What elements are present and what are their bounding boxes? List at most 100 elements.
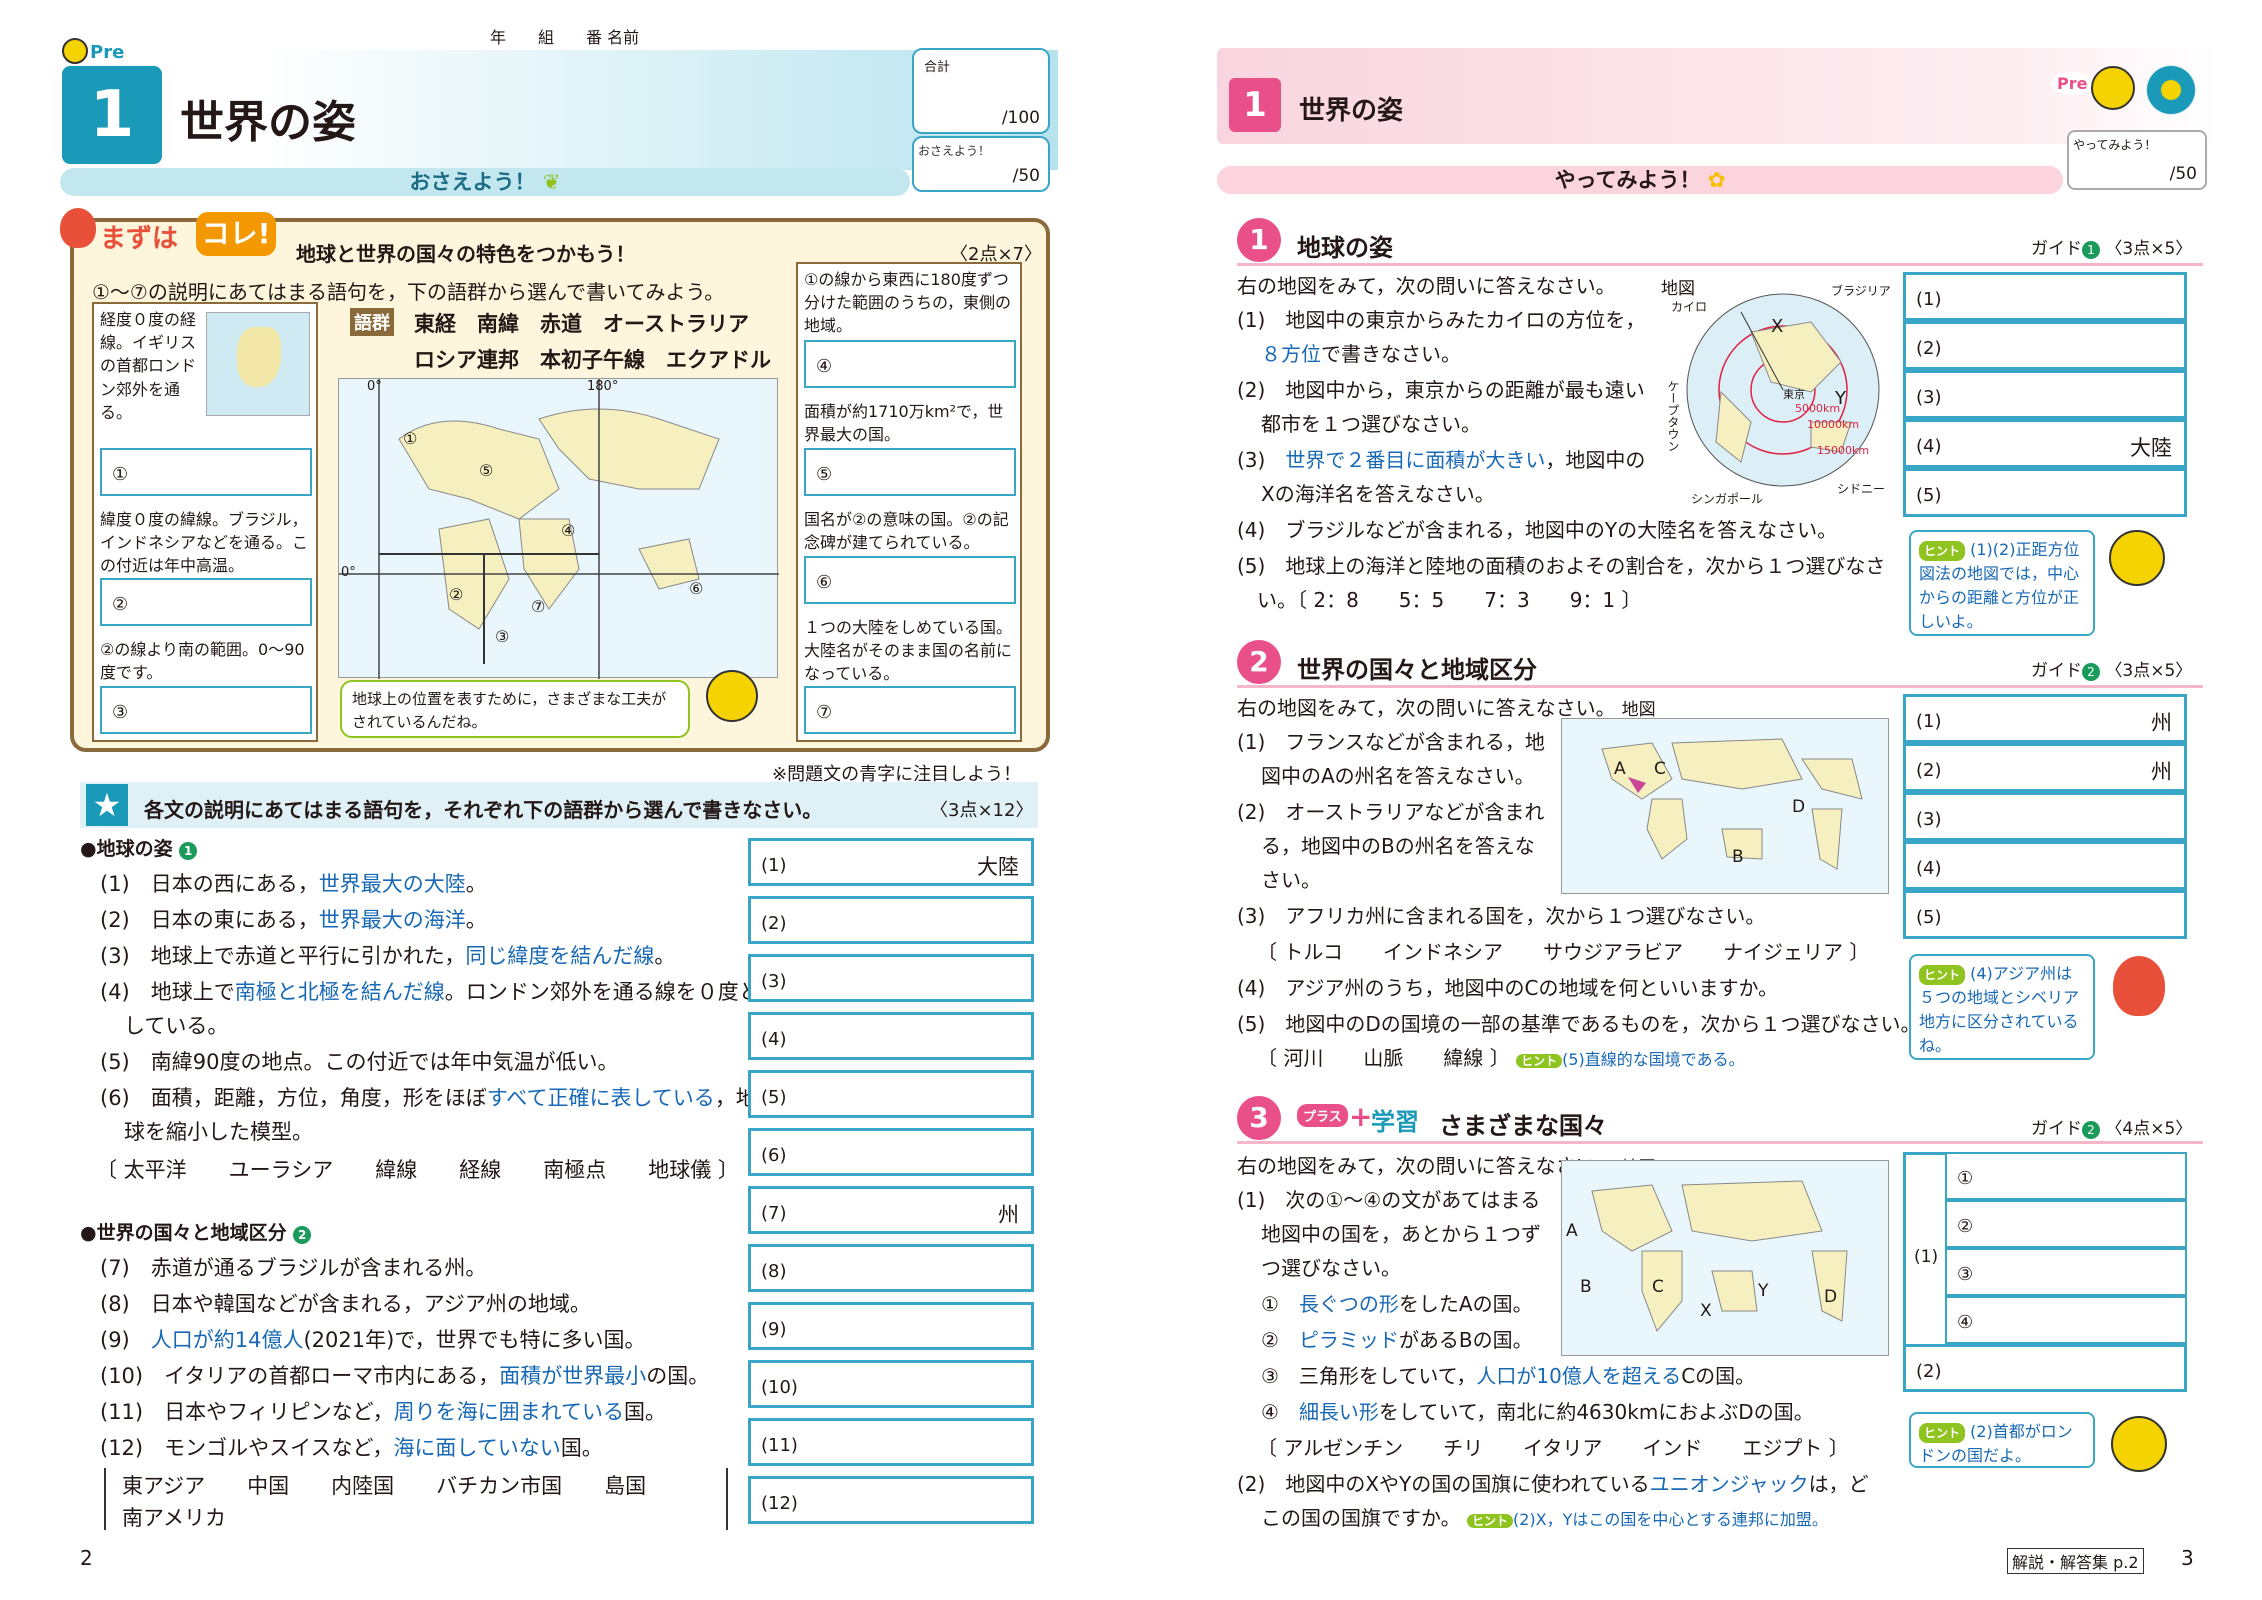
q6: (6) 面積，距離，方位，角度，形をほぼすべて正確に表している，地 bbox=[100, 1088, 757, 1109]
answer-box-5[interactable]: (5) bbox=[748, 1070, 1034, 1118]
answer-box-7[interactable]: (7) 州 bbox=[748, 1186, 1034, 1234]
answer-box-c6[interactable]: ⑥ bbox=[804, 556, 1016, 604]
guide-1-icon-right: 1 bbox=[2082, 241, 2100, 259]
s2-intro-text: 右の地図をみて，次の問いに答えなさい。 bbox=[1237, 696, 1616, 720]
q2-key: 世界最大の海洋 bbox=[318, 908, 466, 932]
s2-q5-hint: (5)直線的な国境である。 bbox=[1562, 1050, 1745, 1069]
s3-c1-text: をしたAの国。 bbox=[1398, 1292, 1533, 1316]
answer-box-c5[interactable]: ⑤ bbox=[804, 448, 1016, 496]
q9-text: (9) bbox=[100, 1328, 151, 1352]
flower-icon bbox=[2131, 56, 2211, 124]
answer-box-c3-label: ③ bbox=[112, 702, 129, 723]
s3-q1-cont2: つ選びなさい。 bbox=[1261, 1256, 1401, 1280]
s3-c4-key: 細長い形 bbox=[1298, 1400, 1379, 1424]
answer-box-3-label: (3) bbox=[761, 971, 787, 992]
answer-box-1-label: (1) bbox=[761, 855, 787, 876]
page-title: 世界の姿 bbox=[180, 97, 356, 148]
s2-answer-5[interactable]: (5) bbox=[1903, 890, 2187, 939]
s1-map-label-5000: 5000km bbox=[1795, 402, 1841, 415]
q5: (5) 南緯90度の地点。この付近では年中気温が低い。 bbox=[100, 1050, 619, 1074]
s2-q2: (2) オーストラリアなどが含まれ bbox=[1237, 800, 1545, 824]
q4: (4) 地球上で南極と北極を結んだ線。ロンドン郊外を通る線を０度と bbox=[100, 982, 760, 1003]
section1-badge: 1 bbox=[1237, 218, 1281, 262]
s1-answer-3[interactable]: (3) bbox=[1903, 370, 2187, 419]
total-max: /100 bbox=[1001, 108, 1040, 128]
s3-sub-answer-4[interactable]: ④ bbox=[1945, 1296, 2187, 1344]
s3-q2-text2: は，ど bbox=[1808, 1472, 1869, 1496]
s1-hint-label: ヒント bbox=[1919, 541, 1966, 561]
s3-map-label-y: Y bbox=[1758, 1281, 1769, 1301]
s3-gakushu: 学習 bbox=[1371, 1108, 1419, 1136]
s1-answer-1-label: (1) bbox=[1916, 289, 1942, 310]
kore-badge: コレ! bbox=[196, 212, 276, 256]
answer-box-6[interactable]: (6) bbox=[748, 1128, 1034, 1176]
strawberry-hint-icon bbox=[2113, 956, 2165, 1016]
bee-small-icon bbox=[62, 38, 88, 64]
s2-map-label-b: B bbox=[1732, 847, 1744, 867]
q12: (12) モンゴルやスイスなど，海に面していない国。 bbox=[100, 1438, 603, 1459]
page-title-right: 世界の姿 bbox=[1299, 96, 1404, 126]
s1-answer-2[interactable]: (2) bbox=[1903, 321, 2187, 370]
q10-text: (10) イタリアの首都ローマ市内にある， bbox=[100, 1364, 500, 1388]
s1-answer-4[interactable]: (4) 大陸 bbox=[1903, 419, 2187, 468]
answer-box-2[interactable]: (2) bbox=[748, 896, 1034, 944]
answer-box-c4[interactable]: ④ bbox=[804, 340, 1016, 388]
right-desc3: 国名が②の意味の国。②の記念碑が建てられている。 bbox=[804, 510, 1009, 553]
answer-box-c2[interactable]: ② bbox=[100, 578, 312, 626]
section3-title: さまざまな国々 bbox=[1439, 1112, 1607, 1140]
answer-box-c7[interactable]: ⑦ bbox=[804, 686, 1016, 734]
s2-q2-cont2: さい。 bbox=[1261, 868, 1321, 892]
q10-text2: の国。 bbox=[646, 1364, 710, 1388]
flower-small-icon: ✿ bbox=[1707, 168, 1726, 192]
britain-map-thumbnail bbox=[206, 312, 310, 416]
gogun1: 〔 太平洋 ユーラシア 緯線 経線 南極点 地球儀 〕 bbox=[96, 1158, 739, 1182]
s3-sub-answer-2[interactable]: ② bbox=[1945, 1200, 2187, 1248]
total-score-box[interactable]: 合計 /100 bbox=[912, 48, 1050, 134]
s1-answer-5[interactable]: (5) bbox=[1903, 468, 2187, 517]
s3-c1-num: ① bbox=[1261, 1292, 1299, 1316]
answer-box-9-label: (9) bbox=[761, 1319, 787, 1340]
s2-answer-1[interactable]: (1) 州 bbox=[1903, 694, 2187, 743]
answers-ref[interactable]: 解説・解答集 p.2 bbox=[2007, 1548, 2144, 1574]
answer-box-11[interactable]: (11) bbox=[748, 1418, 1034, 1466]
s1-q3-cont: Xの海洋名を答えなさい。 bbox=[1261, 482, 1495, 506]
s2-answer-1-suffix: 州 bbox=[2151, 711, 2172, 735]
answer-box-4[interactable]: (4) bbox=[748, 1012, 1034, 1060]
answer-box-c1[interactable]: ① bbox=[100, 448, 312, 496]
s3-sub-answer-4-label: ④ bbox=[1957, 1312, 1974, 1333]
s1-map-label-brasilia: ブラジリア bbox=[1831, 284, 1891, 298]
q2: (2) 日本の東にある，世界最大の海洋。 bbox=[100, 908, 487, 932]
answer-box-12[interactable]: (12) bbox=[748, 1476, 1034, 1524]
s3-c4: ④ 細長い形をしていて，南北に約4630kmにおよぶDの国。 bbox=[1261, 1402, 1814, 1422]
s3-answer-q2[interactable]: (2) bbox=[1903, 1344, 2187, 1392]
answer-box-c3[interactable]: ③ bbox=[100, 686, 312, 734]
s2-answer-3[interactable]: (3) bbox=[1903, 792, 2187, 841]
answer-box-8[interactable]: (8) bbox=[748, 1244, 1034, 1292]
section1-points: 〈3点×5〉 bbox=[2105, 239, 2193, 259]
total-label: 合計 bbox=[924, 60, 951, 75]
bee-bottom-icon bbox=[2111, 1416, 2167, 1472]
s1-answer-1[interactable]: (1) bbox=[1903, 272, 2187, 321]
s3-q2-hint-label: ヒント bbox=[1466, 1514, 1513, 1528]
map-eq-label: 0° bbox=[341, 565, 356, 580]
category-1: ●地球の姿 1 bbox=[80, 840, 198, 860]
yatte-score-box[interactable]: やってみよう！ /50 bbox=[2067, 130, 2207, 190]
section2-title: 世界の国々と地域区分 bbox=[1297, 656, 1537, 684]
s2-answer-4[interactable]: (4) bbox=[1903, 841, 2187, 890]
answer-box-1[interactable]: (1) 大陸 bbox=[748, 838, 1034, 886]
osaeyou-score-box[interactable]: おさえよう！ /50 bbox=[912, 136, 1050, 192]
answer-box-9[interactable]: (9) bbox=[748, 1302, 1034, 1350]
answer-box-10[interactable]: (10) bbox=[748, 1360, 1034, 1408]
s3-c3-num: ③ 三角形をしていて， bbox=[1261, 1364, 1477, 1388]
section3-number: 3 bbox=[1237, 1096, 1281, 1140]
q12-text2: 国。 bbox=[560, 1436, 603, 1460]
s3-plus: プラス bbox=[1303, 1110, 1342, 1125]
page-number-left: 2 bbox=[80, 1546, 93, 1570]
s3-sub-answer-3-label: ③ bbox=[1957, 1264, 1974, 1285]
s3-sub-answer-3[interactable]: ③ bbox=[1945, 1248, 2187, 1296]
answer-box-3[interactable]: (3) bbox=[748, 954, 1034, 1002]
q4-text: (4) 地球上で bbox=[100, 980, 235, 1004]
s3-sub-answer-1[interactable]: ① bbox=[1945, 1152, 2187, 1200]
s2-answer-2[interactable]: (2) 州 bbox=[1903, 743, 2187, 792]
gogun-tag: 語群 bbox=[350, 308, 394, 336]
